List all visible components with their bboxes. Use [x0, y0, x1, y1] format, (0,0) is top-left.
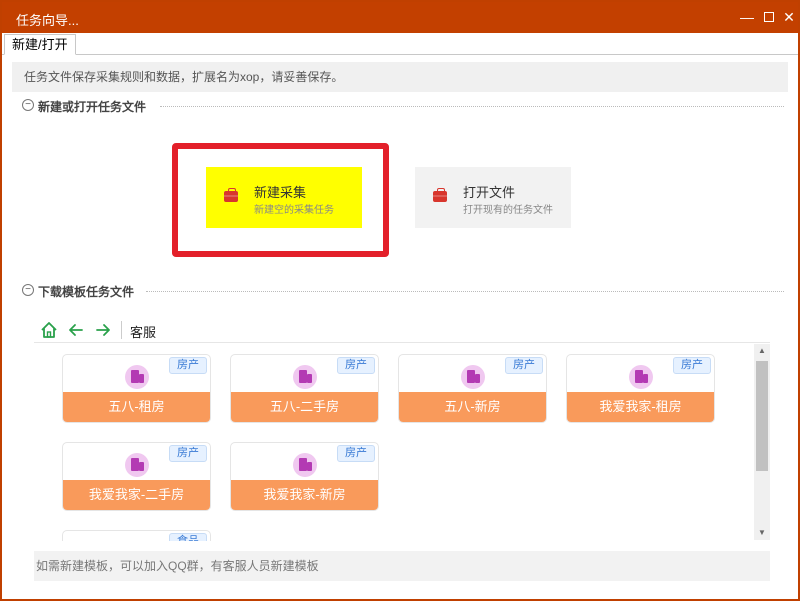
home-icon[interactable]: [39, 320, 59, 340]
window-title: 任务向导...: [16, 13, 79, 28]
building-icon: [293, 365, 317, 389]
template-name: 五八-新房: [399, 392, 546, 422]
maximize-icon: [764, 12, 774, 22]
forward-arrow-icon[interactable]: [93, 320, 113, 340]
template-card[interactable]: 房产 五八-新房: [398, 354, 547, 423]
close-button[interactable]: ✕: [778, 7, 800, 27]
category-badge: 食品: [169, 533, 207, 541]
template-name: 我爱我家-新房: [231, 480, 378, 510]
nav-separator: [121, 321, 122, 339]
category-badge: 房产: [169, 445, 207, 462]
category-badge: 房产: [505, 357, 543, 374]
template-name: 我爱我家-租房: [567, 392, 714, 422]
collapse-icon[interactable]: −: [22, 284, 34, 296]
info-bar: 任务文件保存采集规则和数据，扩展名为xop，请妥善保存。: [12, 62, 788, 92]
title-bar[interactable]: 任务向导... — ✕: [2, 2, 798, 33]
category-badge: 房产: [337, 445, 375, 462]
template-card[interactable]: 房产 我爱我家-新房: [230, 442, 379, 511]
open-file-card[interactable]: 打开文件 打开现有的任务文件: [415, 167, 571, 228]
template-name: 五八-二手房: [231, 392, 378, 422]
footer-note: 如需新建模板，可以加入QQ群，有客服人员新建模板: [34, 551, 770, 581]
briefcase-icon: [224, 188, 238, 202]
tab-new-open[interactable]: 新建/打开: [4, 34, 76, 55]
template-name: 我爱我家-二手房: [63, 480, 210, 510]
card-subtitle: 打开现有的任务文件: [463, 205, 553, 216]
building-icon: [461, 365, 485, 389]
building-icon: [125, 365, 149, 389]
building-icon: [293, 453, 317, 477]
task-wizard-window: 任务向导... — ✕ 新建/打开 任务文件保存采集规则和数据，扩展名为xop，…: [0, 0, 800, 601]
template-scrollbar[interactable]: ▲ ▼: [754, 344, 770, 540]
card-title: 新建采集: [254, 185, 307, 200]
template-card[interactable]: 房产 我爱我家-二手房: [62, 442, 211, 511]
building-icon: [125, 453, 149, 477]
browser-nav-bar: 客服: [34, 317, 770, 343]
section-new-open-header: − 新建或打开任务文件: [22, 98, 784, 114]
section-templates-header: − 下载模板任务文件: [22, 283, 784, 299]
section-title: 下载模板任务文件: [38, 285, 135, 299]
divider: [146, 291, 784, 292]
nav-location: 客服: [130, 325, 157, 340]
divider: [160, 106, 784, 107]
card-subtitle: 新建空的采集任务: [254, 205, 334, 216]
collapse-icon[interactable]: −: [22, 99, 34, 111]
scroll-down-arrow-icon[interactable]: ▼: [754, 526, 770, 540]
template-browser: 客服 房产 五八-租房 房产 五八-二手房 房产 五八-新房 房产 我爱我家-租: [34, 317, 770, 541]
building-icon: [629, 365, 653, 389]
minimize-button[interactable]: —: [736, 7, 758, 27]
template-card[interactable]: 房产 五八-二手房: [230, 354, 379, 423]
maximize-button[interactable]: [758, 7, 780, 27]
tab-strip: 新建/打开: [2, 33, 798, 55]
section-title: 新建或打开任务文件: [38, 100, 147, 114]
template-card[interactable]: 食品: [62, 530, 211, 541]
template-name: 五八-租房: [63, 392, 210, 422]
template-card[interactable]: 房产 五八-租房: [62, 354, 211, 423]
card-title: 打开文件: [463, 185, 516, 200]
template-grid: 房产 五八-租房 房产 五八-二手房 房产 五八-新房 房产 我爱我家-租房 房…: [34, 344, 754, 541]
category-badge: 房产: [169, 357, 207, 374]
template-card[interactable]: 房产 我爱我家-租房: [566, 354, 715, 423]
scroll-thumb[interactable]: [756, 361, 768, 471]
briefcase-icon: [433, 188, 447, 202]
new-collection-card[interactable]: 新建采集 新建空的采集任务: [206, 167, 362, 228]
category-badge: 房产: [337, 357, 375, 374]
scroll-up-arrow-icon[interactable]: ▲: [754, 344, 770, 358]
back-arrow-icon[interactable]: [66, 320, 86, 340]
category-badge: 房产: [673, 357, 711, 374]
